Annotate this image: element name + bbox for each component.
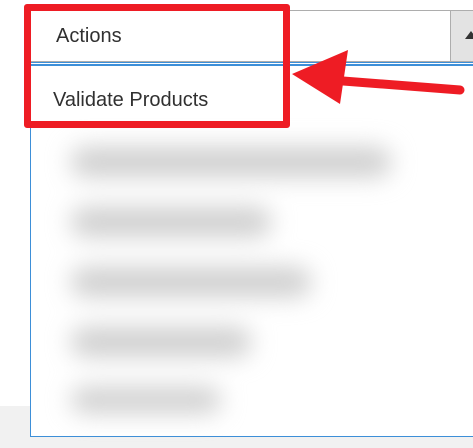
arrow-left-icon (292, 50, 465, 104)
highlight-box (24, 4, 290, 128)
blurred-menu-items (41, 137, 401, 427)
